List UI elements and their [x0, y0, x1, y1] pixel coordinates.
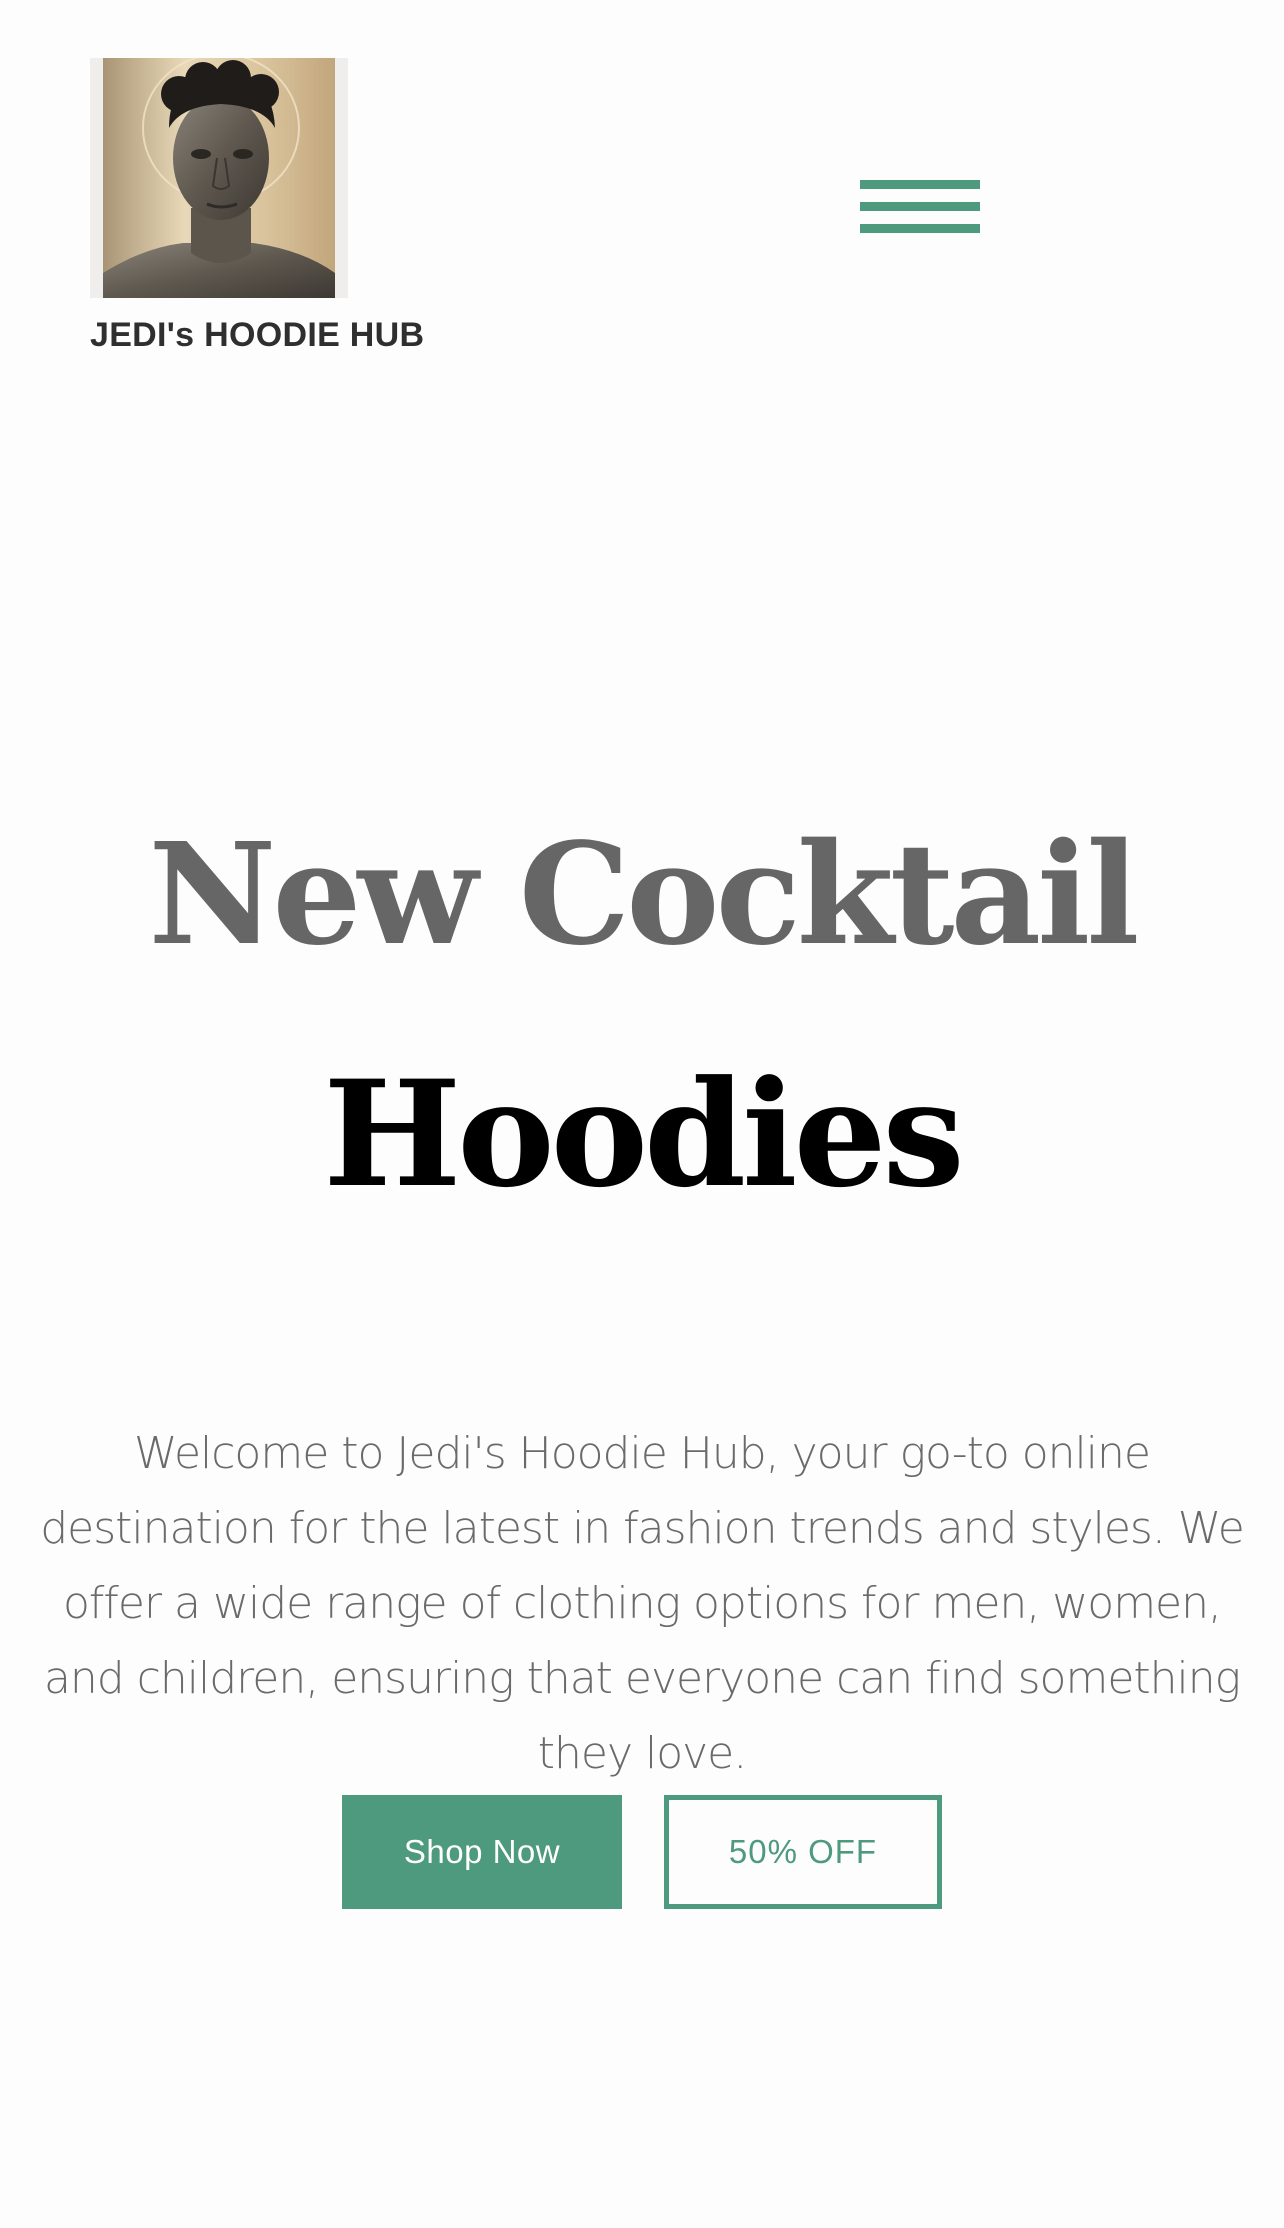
logo-link[interactable]: [90, 58, 348, 298]
menu-line: [860, 180, 980, 189]
discount-button[interactable]: 50% OFF: [664, 1795, 942, 1909]
portrait-logo-image: [103, 58, 335, 298]
hero-intro-text: Welcome to Jedi's Hoodie Hub, your go-to…: [40, 1428, 1245, 1779]
hero-title-line1: New Cocktail: [148, 813, 1139, 977]
brand-name[interactable]: JEDI's HOODIE HUB: [90, 316, 424, 355]
menu-line: [860, 202, 980, 211]
hero-title-line2: Hoodies: [323, 1049, 964, 1220]
shop-now-button[interactable]: Shop Now: [342, 1795, 622, 1909]
hamburger-menu-icon[interactable]: [856, 176, 980, 242]
menu-line: [860, 224, 980, 233]
site-header: JEDI's HOODIE HUB: [0, 0, 1284, 380]
